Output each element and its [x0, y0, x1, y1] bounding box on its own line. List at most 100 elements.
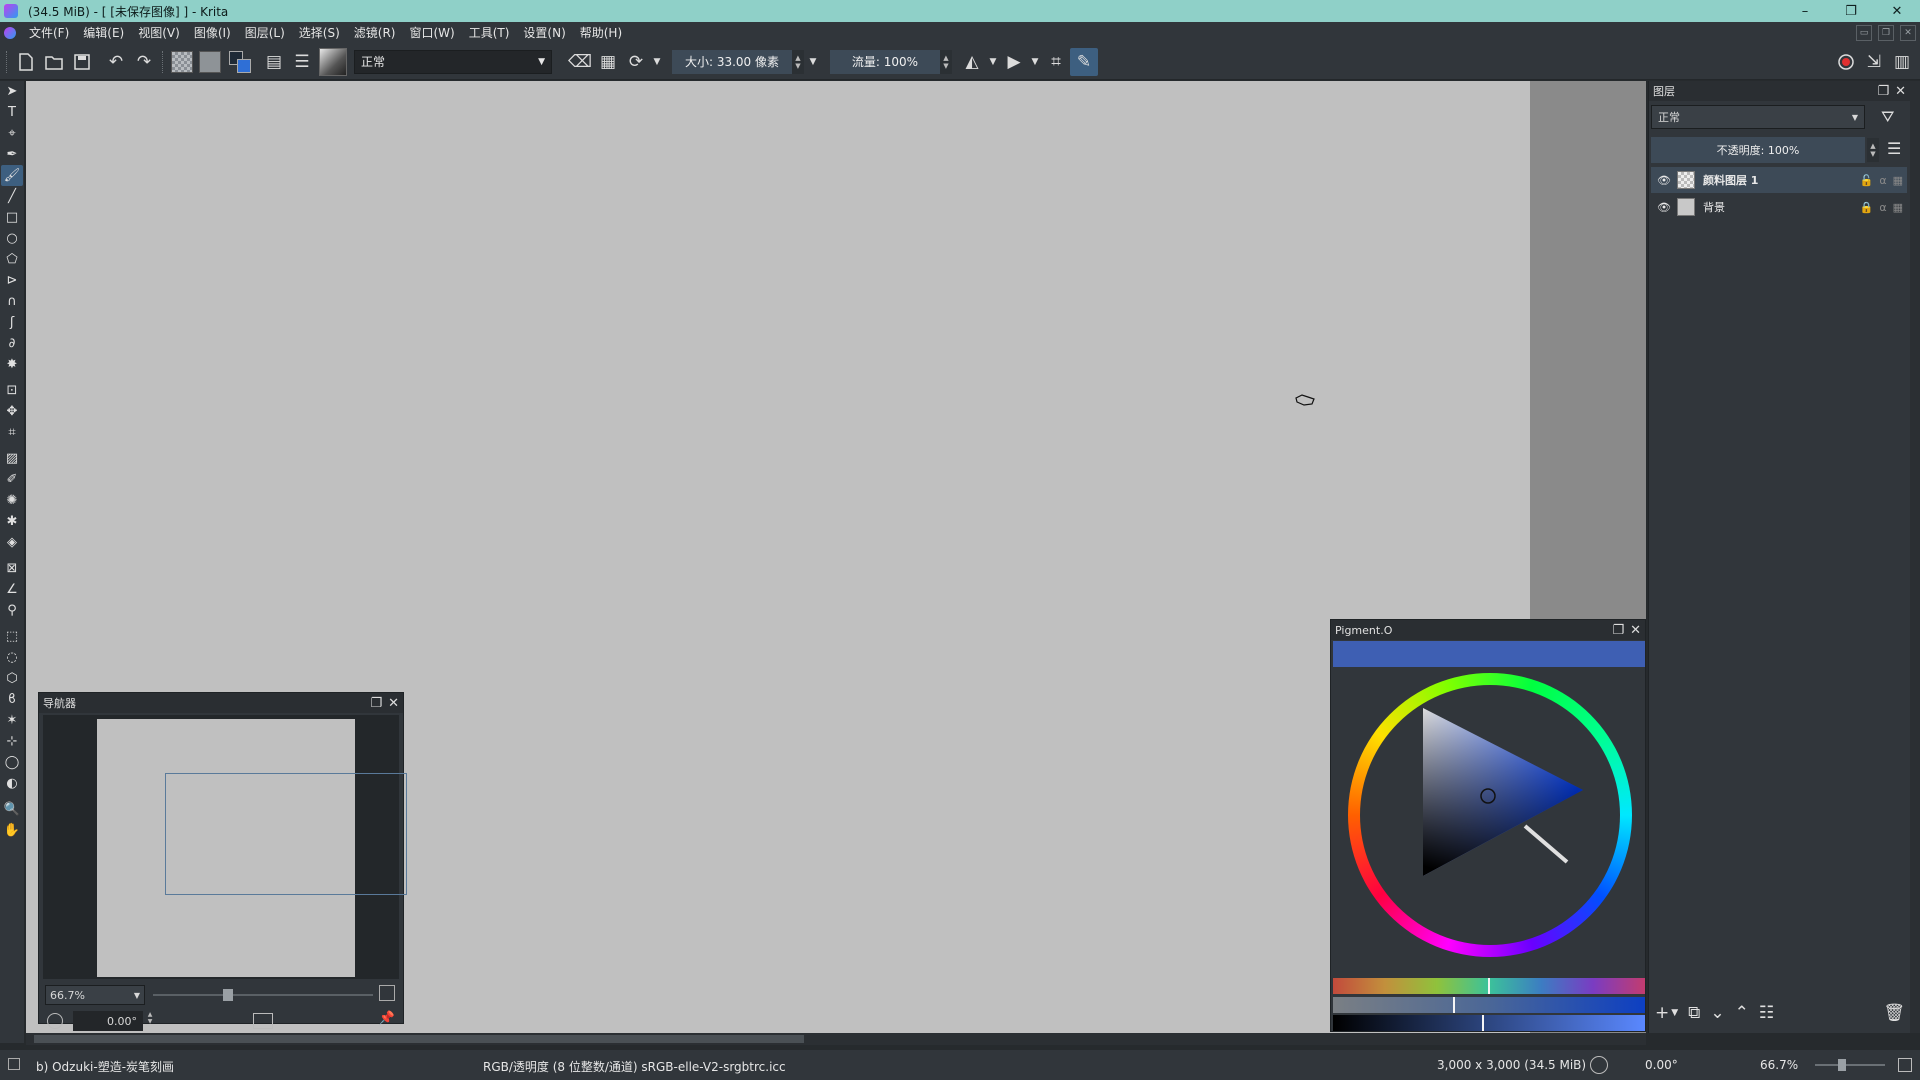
visibility-eye-icon[interactable]: 👁 — [1657, 174, 1671, 187]
edit-shapes-tool-icon[interactable]: ⌖ — [1, 123, 23, 144]
move-tool-icon[interactable]: ✥ — [1, 401, 23, 422]
ellipse-select-tool-icon[interactable]: ◌ — [1, 647, 23, 668]
inherit-alpha-icon[interactable]: ▦ — [1893, 201, 1903, 214]
scrollbar-thumb[interactable] — [34, 1035, 804, 1043]
add-layer-icon[interactable]: + — [1655, 1003, 1669, 1023]
measure-tool-icon[interactable]: ∠ — [1, 579, 23, 600]
colorize-mask-tool-icon[interactable]: ✱ — [1, 511, 23, 532]
current-color-swatch[interactable] — [1333, 641, 1645, 667]
menu-file[interactable]: 文件(F) — [22, 22, 76, 44]
size-options-icon[interactable]: ▼ — [804, 48, 822, 76]
new-document-icon[interactable] — [12, 48, 40, 76]
zoom-slider-handle[interactable] — [1838, 1059, 1846, 1071]
multibrush-tool-icon[interactable]: ✸ — [1, 354, 23, 375]
visibility-eye-icon[interactable]: 👁 — [1657, 201, 1671, 214]
brush-presets-icon[interactable]: ☰ — [288, 48, 316, 76]
redo-icon[interactable]: ↷ — [130, 48, 158, 76]
horizontal-scrollbar[interactable] — [26, 1033, 1646, 1045]
fg-bg-color-selector[interactable] — [227, 49, 253, 75]
gradient-selector[interactable] — [199, 50, 221, 73]
wrap-around-icon[interactable]: ⌗ — [1042, 48, 1070, 76]
magnetic-select-tool-icon[interactable]: ◐ — [1, 773, 23, 794]
menu-select[interactable]: 选择(S) — [292, 22, 347, 44]
record-icon[interactable] — [1832, 48, 1860, 76]
toolbar-handle[interactable] — [6, 50, 8, 73]
float-docker-icon[interactable]: ❐ — [1877, 84, 1889, 99]
ellipse-tool-icon[interactable]: ○ — [1, 228, 23, 249]
rotation-stepper[interactable]: ▲ ▼ — [145, 1011, 155, 1031]
fit-to-view-icon[interactable] — [379, 985, 395, 1001]
rectangle-tool-icon[interactable]: □ — [1, 207, 23, 228]
hue-slider-bar[interactable] — [1333, 978, 1645, 994]
reference-images-tool-icon[interactable]: ⚲ — [1, 600, 23, 621]
line-tool-icon[interactable]: ╱ — [1, 186, 23, 207]
float-docker-icon[interactable]: ❐ — [1612, 623, 1624, 638]
float-docker-icon[interactable]: ❐ — [370, 696, 382, 711]
menu-help[interactable]: 帮助(H) — [573, 22, 629, 44]
opacity-stepper[interactable]: ▲ ▼ — [1867, 138, 1879, 162]
layer-options-icon[interactable]: ☰ — [1887, 139, 1901, 158]
mirror-view-icon[interactable] — [253, 1013, 273, 1029]
brush-size-spinbox[interactable]: 大小: 33.00 像素 — [672, 49, 792, 74]
navigator-rotation-input[interactable]: 0.00° — [73, 1011, 143, 1031]
pan-tool-icon[interactable]: ✋ — [1, 820, 23, 841]
vertical-scrollbar[interactable] — [1910, 81, 1920, 1033]
close-docker-icon[interactable]: ✕ — [388, 696, 399, 711]
flow-stepper[interactable]: ▲ ▼ — [940, 49, 952, 74]
freehand-select-tool-icon[interactable]: ϐ — [1, 689, 23, 710]
color-picker-tool-icon[interactable]: ✐ — [1, 469, 23, 490]
fill-tool-icon[interactable]: ◈ — [1, 532, 23, 553]
navigator-viewport-rect[interactable] — [165, 773, 407, 895]
close-button[interactable]: ✕ — [1874, 0, 1920, 22]
layer-blend-mode-select[interactable]: 正常 ▼ — [1651, 105, 1865, 129]
preserve-alpha-icon[interactable]: ▦ — [594, 48, 622, 76]
slider-handle[interactable] — [223, 989, 233, 1001]
open-folder-icon[interactable] — [40, 48, 68, 76]
duplicate-layer-icon[interactable]: ⧉ — [1688, 1003, 1700, 1023]
mirror-horizontal-icon[interactable]: ◭ — [958, 48, 986, 76]
menu-image[interactable]: 图像(I) — [187, 22, 238, 44]
pin-icon[interactable]: 📌 — [379, 1011, 395, 1026]
freehand-path-tool-icon[interactable]: ʃ — [1, 312, 23, 333]
flow-spinbox[interactable]: 流量: 100% — [830, 49, 940, 74]
mdi-restore-icon[interactable]: ❐ — [1878, 25, 1894, 41]
selection-icon[interactable] — [8, 1058, 20, 1070]
contiguous-select-tool-icon[interactable]: ✶ — [1, 710, 23, 731]
layer-name[interactable]: 颜料图层 1 — [1703, 172, 1758, 188]
add-layer-options-icon[interactable]: ▼ — [1671, 1008, 1678, 1018]
close-docker-icon[interactable]: ✕ — [1630, 623, 1641, 638]
layer-row[interactable]: 👁 背景 🔒 α ▦ — [1651, 194, 1907, 220]
menu-window[interactable]: 窗口(W) — [402, 22, 461, 44]
value-slider-bar[interactable] — [1333, 1015, 1645, 1031]
text-tool-icon[interactable]: T — [1, 102, 23, 123]
smart-patch-tool-icon[interactable]: ✺ — [1, 490, 23, 511]
color-wheel[interactable] — [1345, 670, 1635, 960]
delete-layer-icon[interactable]: 🗑 — [1883, 1003, 1905, 1023]
saturation-slider-handle[interactable] — [1453, 997, 1455, 1013]
alpha-lock-icon[interactable]: α — [1879, 201, 1886, 214]
zoom-tool-icon[interactable]: 🔍 — [1, 799, 23, 820]
canvas-only-icon[interactable] — [1898, 1058, 1912, 1072]
assistant-tool-icon[interactable]: ⊠ — [1, 558, 23, 579]
close-docker-icon[interactable]: ✕ — [1895, 84, 1906, 99]
zoom-slider[interactable] — [1815, 1064, 1885, 1066]
blend-mode-select[interactable]: 正常 ▼ — [354, 49, 552, 74]
saturation-slider-bar[interactable] — [1333, 997, 1645, 1013]
brush-editor-icon[interactable]: ▤ — [260, 48, 288, 76]
filter-icon[interactable]: ⛛ — [1881, 107, 1894, 127]
navigator-zoom-slider[interactable] — [153, 989, 373, 1001]
lock-icon[interactable]: 🔒 — [1860, 201, 1874, 214]
polyline-tool-icon[interactable]: ⊳ — [1, 270, 23, 291]
reload-preset-icon[interactable]: ⟳ — [622, 48, 650, 76]
layer-name[interactable]: 背景 — [1703, 199, 1725, 215]
navigator-zoom-select[interactable]: 66.7% ▼ — [45, 985, 145, 1005]
menu-filter[interactable]: 滤镜(R) — [347, 22, 403, 44]
hue-slider-handle[interactable] — [1488, 978, 1490, 994]
layer-opacity-slider[interactable]: 不透明度: 100% — [1651, 137, 1865, 163]
undo-icon[interactable]: ↶ — [102, 48, 130, 76]
menu-tools[interactable]: 工具(T) — [462, 22, 517, 44]
lock-icon[interactable]: 🔓 — [1860, 174, 1874, 187]
bezier-tool-icon[interactable]: ∩ — [1, 291, 23, 312]
rotation-reset-icon[interactable] — [47, 1013, 63, 1029]
brush-preset-preview[interactable] — [319, 47, 347, 76]
